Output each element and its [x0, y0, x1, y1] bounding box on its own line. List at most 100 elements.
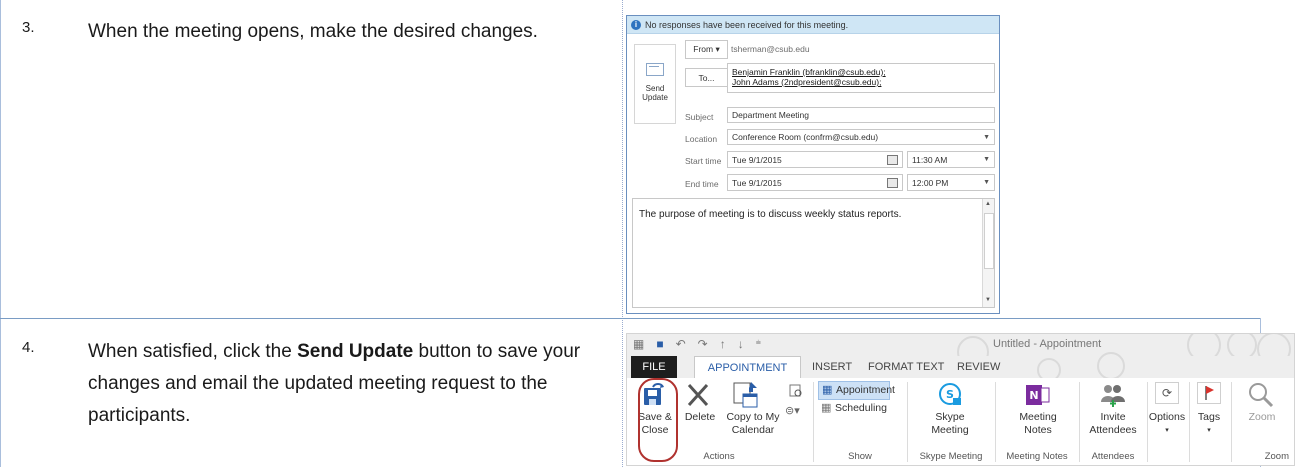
chevron-down-icon[interactable]: ▼ — [983, 179, 990, 186]
flag-icon — [1197, 382, 1221, 404]
appointment-button[interactable]: ▦ Appointment — [818, 381, 895, 400]
calendar-icon[interactable]: ▦ — [633, 337, 644, 351]
quick-access-toolbar: ▦ ■ ↶ ↷ ↑ ↓ ⩧ Untitled - Appointment — [627, 334, 1294, 368]
calendar-icon[interactable] — [887, 154, 898, 165]
up-arrow-icon[interactable]: ↑ — [720, 337, 726, 351]
scroll-thumb[interactable] — [984, 213, 994, 269]
save-icon[interactable]: ■ — [656, 337, 663, 351]
decorative-swirl — [1097, 352, 1125, 380]
vertical-scrollbar[interactable]: ▲ ▼ — [982, 199, 994, 307]
attendees-icon — [1101, 385, 1125, 407]
invite-label-1: Invite — [1100, 411, 1126, 423]
group-label-skype: Skype Meeting — [919, 451, 983, 462]
copy-to-calendar-icon — [733, 382, 758, 408]
forward-meeting-icon[interactable]: ⊜▾ — [785, 404, 800, 417]
to-field[interactable]: Benjamin Franklin (bfranklin@csub.edu); … — [727, 63, 995, 93]
step-text-start: When satisfied, click the — [88, 341, 298, 362]
calendar-icon[interactable] — [887, 177, 898, 188]
appointment-icon: ▦ — [822, 384, 833, 396]
info-bar: i No responses have been received for th… — [627, 16, 999, 34]
preview-icon[interactable] — [789, 384, 803, 398]
copy-label-1: Copy to My — [726, 411, 780, 423]
send-update-button[interactable]: Send Update — [634, 44, 676, 124]
chevron-down-icon[interactable]: ▼ — [983, 134, 990, 141]
end-time-label: End time — [685, 179, 719, 189]
end-time-value: 12:00 PM — [912, 177, 949, 188]
notes-label-1: Meeting — [1019, 411, 1057, 423]
group-divider — [1079, 382, 1080, 462]
scheduling-label: Scheduling — [835, 402, 887, 414]
chevron-down-icon: ▾ — [1207, 427, 1211, 434]
to-button[interactable]: To... — [685, 68, 728, 87]
meeting-body[interactable]: The purpose of meeting is to discuss wee… — [632, 198, 995, 308]
scheduling-button[interactable]: ▦ Scheduling — [818, 400, 888, 417]
group-divider — [813, 382, 814, 462]
onenote-icon: N — [1026, 385, 1050, 405]
undo-icon[interactable]: ↶ — [676, 337, 686, 351]
recipient[interactable]: Benjamin Franklin (bfranklin@csub.edu); — [732, 67, 990, 77]
quick-access-icons: ▦ ■ ↶ ↷ ↑ ↓ ⩧ — [633, 337, 761, 351]
start-date-field[interactable]: Tue 9/1/2015 — [727, 151, 903, 168]
chevron-down-icon[interactable]: ▼ — [983, 156, 990, 163]
magnifier-icon — [1249, 383, 1274, 408]
tab-file[interactable]: FILE — [631, 356, 677, 378]
group-label-attendees: Attendees — [1091, 451, 1135, 462]
group-divider — [995, 382, 996, 462]
down-arrow-icon[interactable]: ↓ — [738, 337, 744, 351]
location-label: Location — [685, 134, 718, 144]
skype-label-2: Meeting — [931, 424, 969, 436]
recipient[interactable]: John Adams (2ndpresident@csub.edu); — [732, 77, 990, 87]
options-label: Options — [1148, 411, 1186, 423]
delete-icon — [687, 383, 709, 407]
tab-format-text[interactable]: FORMAT TEXT — [868, 356, 944, 378]
envelope-icon — [646, 63, 664, 76]
tab-appointment[interactable]: APPOINTMENT — [694, 356, 801, 379]
from-button[interactable]: From ▾ — [685, 40, 728, 59]
group-divider — [1231, 382, 1232, 462]
outlook-ribbon-screenshot: ▦ ■ ↶ ↷ ↑ ↓ ⩧ Untitled - Appointment FIL… — [626, 333, 1295, 466]
meeting-form-screenshot: i No responses have been received for th… — [626, 15, 1000, 314]
from-value: tsherman@csub.edu — [731, 44, 810, 54]
redo-icon[interactable]: ↷ — [698, 337, 708, 351]
group-label-meeting-notes: Meeting Notes — [1006, 451, 1068, 462]
scroll-down-icon[interactable]: ▼ — [985, 297, 991, 303]
tab-insert[interactable]: INSERT — [812, 356, 852, 378]
customize-icon[interactable]: ⩧ — [756, 337, 761, 351]
end-date-field[interactable]: Tue 9/1/2015 — [727, 174, 903, 191]
subject-label: Subject — [685, 112, 714, 122]
group-label-show: Show — [848, 451, 872, 462]
ribbon-panel: Save & Close Delete Copy to My Calendar … — [627, 378, 1294, 465]
tab-review[interactable]: REVIEW — [957, 356, 1000, 378]
send-label: Send — [645, 84, 665, 93]
step-text: When satisfied, click the Send Update bu… — [88, 336, 598, 432]
skype-label-1: Skype — [935, 411, 965, 423]
chevron-down-icon: ▾ — [1165, 427, 1169, 434]
svg-text:S: S — [946, 388, 954, 401]
scroll-up-icon[interactable]: ▲ — [985, 201, 991, 207]
invite-label-2: Attendees — [1089, 424, 1137, 436]
subject-field[interactable]: Department Meeting — [727, 107, 995, 123]
svg-text:N: N — [1029, 389, 1038, 402]
skype-icon: S — [939, 383, 961, 405]
window-title: Untitled - Appointment — [993, 338, 1102, 350]
group-label-zoom: Zoom — [1264, 451, 1289, 462]
options-icon: ⟳ — [1155, 382, 1179, 404]
notes-label-2: Notes — [1024, 424, 1052, 436]
location-field[interactable]: Conference Room (confrm@csub.edu) ▼ — [727, 129, 995, 145]
scheduling-icon: ▦ — [821, 402, 832, 414]
start-time-label: Start time — [685, 156, 722, 166]
start-time-field[interactable]: 11:30 AM ▼ — [907, 151, 995, 168]
end-time-field[interactable]: 12:00 PM ▼ — [907, 174, 995, 191]
group-divider — [907, 382, 908, 462]
delete-label: Delete — [684, 411, 716, 423]
save-close-highlight — [638, 378, 678, 462]
info-icon: i — [631, 19, 641, 30]
zoom-label: Zoom — [1248, 411, 1276, 423]
end-date-value: Tue 9/1/2015 — [732, 177, 782, 188]
start-time-value: 11:30 AM — [912, 154, 948, 165]
ribbon-tabs: FILE APPOINTMENT INSERT FORMAT TEXT REVI… — [627, 352, 1294, 382]
subject-value: Department Meeting — [732, 110, 810, 120]
step-text-bold: Send Update — [297, 341, 414, 362]
step-text: When the meeting opens, make the desired… — [88, 21, 538, 42]
tags-label: Tags — [1197, 411, 1221, 423]
